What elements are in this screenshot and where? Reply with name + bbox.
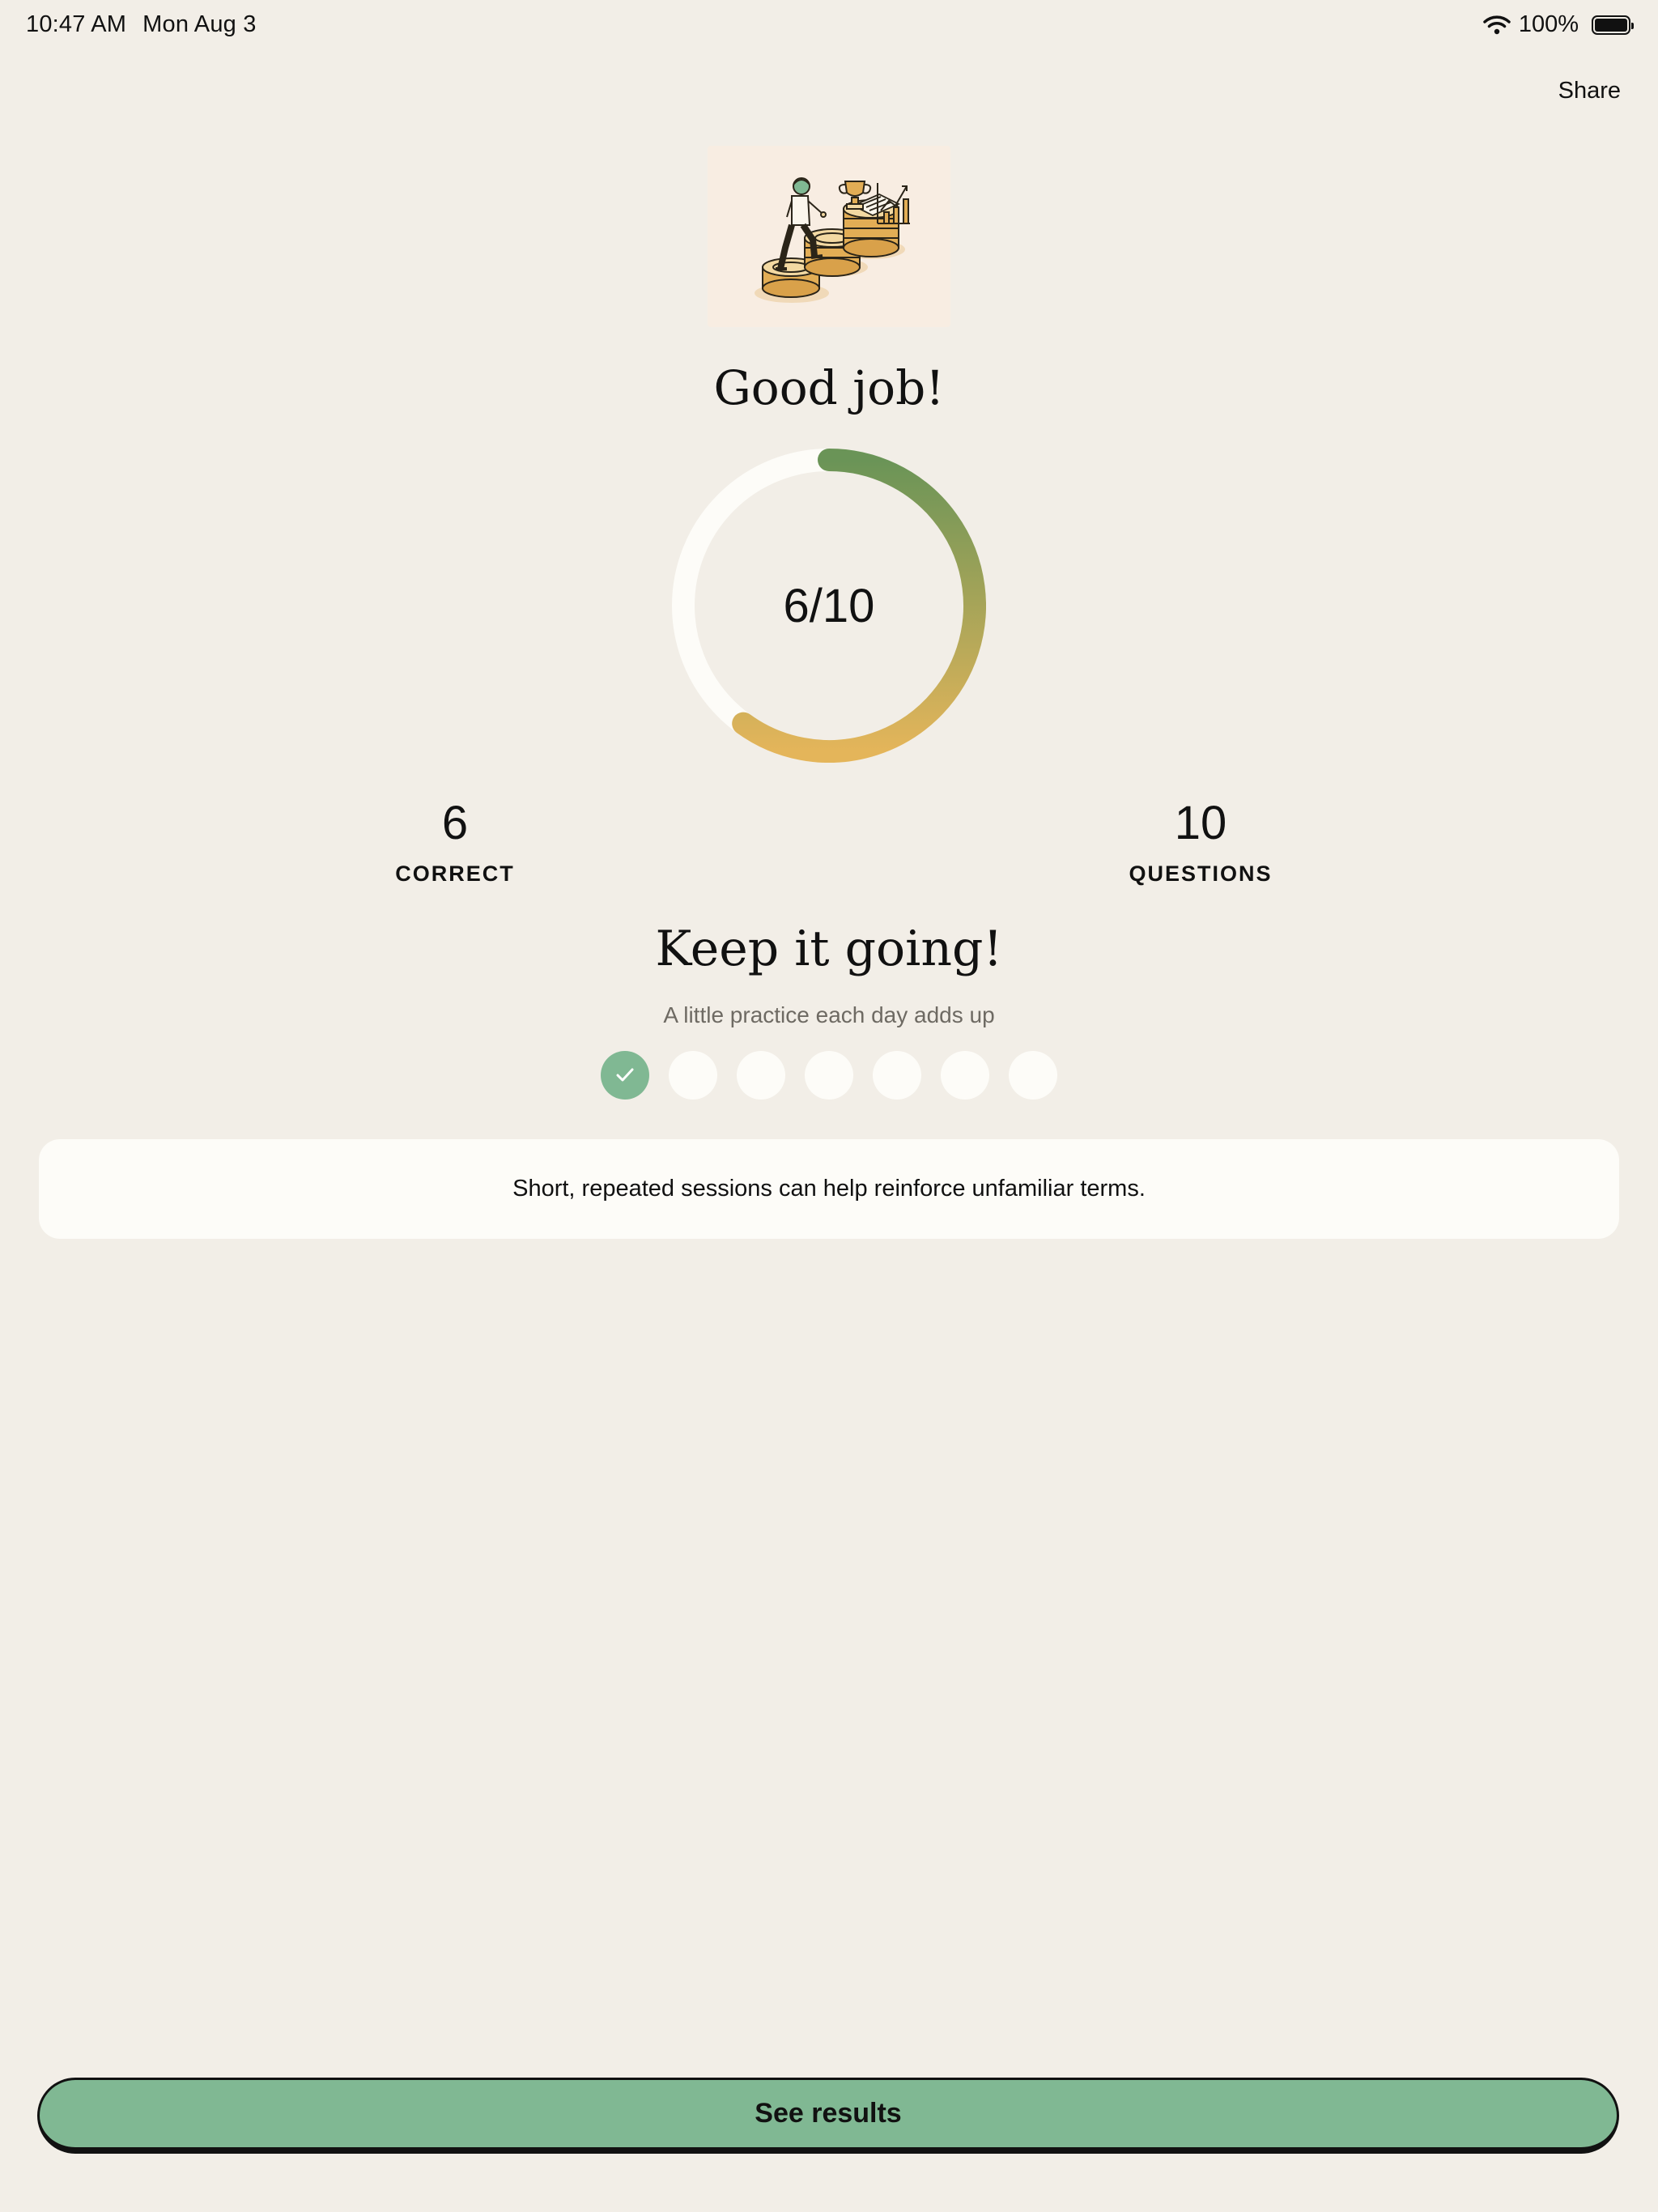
tip-text: Short, repeated sessions can help reinfo… (512, 1176, 1146, 1202)
streak-subtitle: A little practice each day adds up (663, 1002, 995, 1027)
status-left: 10:47 AM Mon Aug 3 (26, 11, 257, 38)
status-right: 100% (1483, 11, 1634, 38)
status-date: Mon Aug 3 (142, 11, 257, 37)
streak-day-empty (1009, 1051, 1057, 1100)
correct-stat: 6 CORRECT (325, 800, 585, 887)
coins-staircase-illustration (708, 146, 950, 327)
streak-day-empty (805, 1051, 853, 1100)
correct-count: 6 (441, 797, 469, 849)
see-results-button[interactable]: See results (37, 2078, 1619, 2154)
checkmark-icon (616, 1068, 634, 1082)
questions-stat: 10 QUESTIONS (1071, 800, 1330, 887)
streak-day-complete (601, 1051, 649, 1100)
battery-percent: 100% (1518, 11, 1579, 37)
result-headline: Good job! (713, 360, 945, 415)
share-button[interactable]: Share (1558, 78, 1621, 104)
battery-icon (1592, 15, 1634, 35)
correct-label: CORRECT (395, 861, 515, 886)
wifi-icon (1483, 15, 1511, 34)
questions-label: QUESTIONS (1129, 861, 1273, 886)
status-bar: 10:47 AM Mon Aug 3 100% (0, 0, 1658, 52)
tip-card: Short, repeated sessions can help reinfo… (39, 1139, 1619, 1239)
streak-tracker (601, 1051, 1057, 1100)
streak-day-empty (873, 1051, 921, 1100)
streak-day-empty (941, 1051, 989, 1100)
score-text: 6/10 (783, 579, 875, 632)
streak-day-empty (737, 1051, 785, 1100)
status-time: 10:47 AM (26, 11, 127, 37)
streak-title: Keep it going! (655, 921, 1003, 977)
streak-day-empty (669, 1051, 717, 1100)
questions-count: 10 (1174, 797, 1227, 849)
